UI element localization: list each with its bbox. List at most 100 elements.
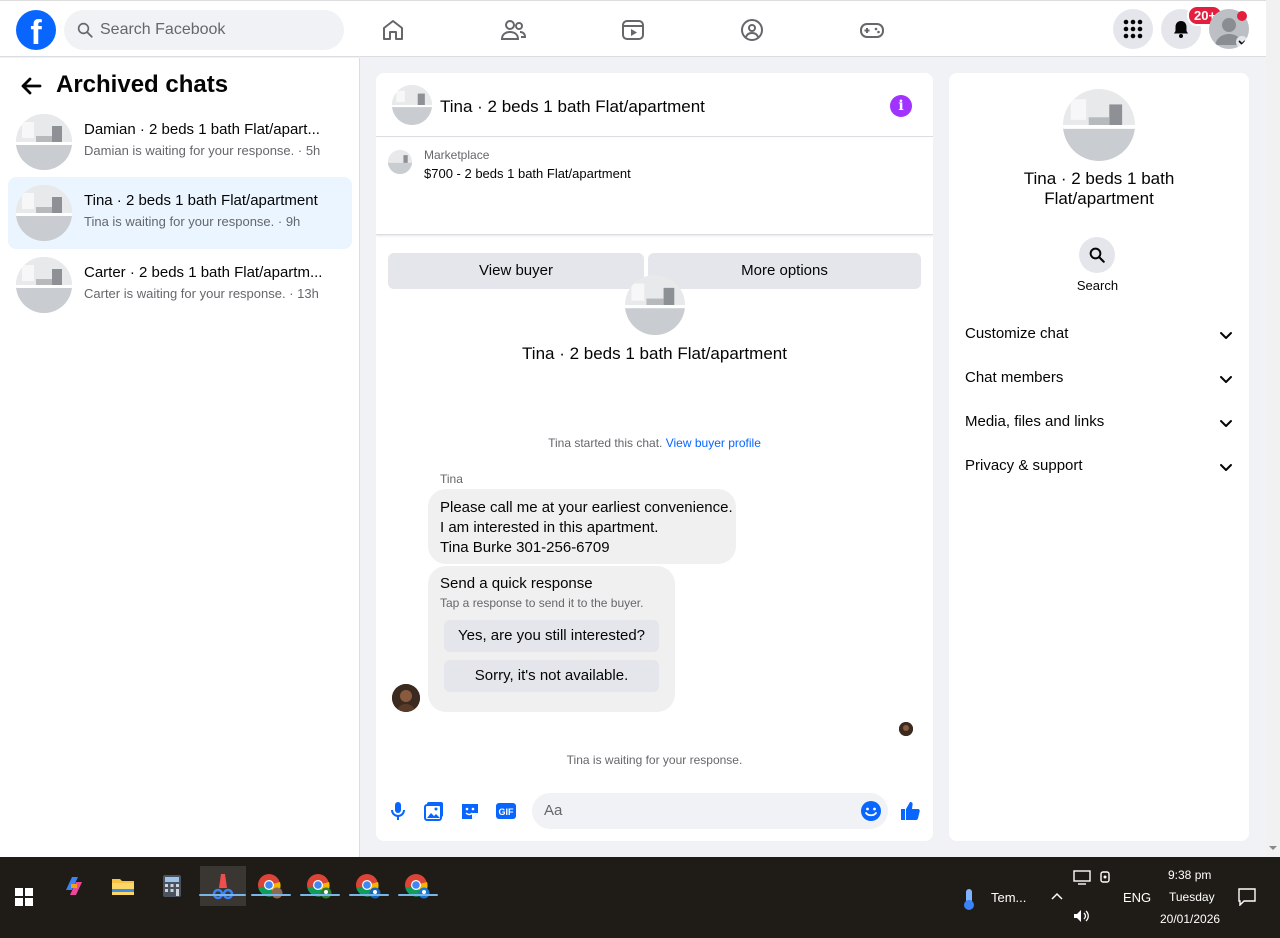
taskbar-chrome-2[interactable] bbox=[299, 866, 339, 906]
section-media-files-links[interactable]: Media, files and links bbox=[965, 413, 1233, 437]
quick-response-card: Send a quick response Tap a response to … bbox=[428, 566, 675, 712]
top-navigation-bar: f Search Facebook 20+ bbox=[0, 0, 1266, 57]
groups-icon[interactable] bbox=[739, 17, 765, 43]
chat-item-damian[interactable]: Damian · 2 beds 1 bath Flat/apart... Dam… bbox=[8, 106, 352, 178]
message-line: Please call me at your earliest convenie… bbox=[440, 499, 733, 516]
chat-title: Tina · 2 beds 1 bath Flat/apartment bbox=[84, 192, 318, 209]
section-label: Chat members bbox=[965, 369, 1064, 386]
listing-thumbnail bbox=[16, 185, 72, 241]
taskbar-copilot[interactable] bbox=[54, 866, 94, 906]
listing-thumbnail bbox=[388, 150, 412, 174]
friends-icon[interactable] bbox=[500, 17, 526, 43]
chevron-down-icon bbox=[1220, 464, 1232, 471]
photo-icon[interactable] bbox=[423, 800, 445, 822]
section-chat-members[interactable]: Chat members bbox=[965, 369, 1233, 393]
taskbar-chrome-4[interactable] bbox=[397, 866, 437, 906]
running-app-indicator bbox=[349, 894, 389, 896]
conversation-header: Tina · 2 beds 1 bath Flat/apartment i bbox=[376, 73, 933, 137]
message-input[interactable]: Aa bbox=[532, 793, 888, 829]
sticker-icon[interactable] bbox=[459, 800, 481, 822]
conversation-center-title: Tina · 2 beds 1 bath Flat/apartment bbox=[522, 344, 787, 363]
chevron-down-icon bbox=[1220, 376, 1232, 383]
section-label: Media, files and links bbox=[965, 413, 1105, 430]
search-bar[interactable]: Search Facebook bbox=[64, 10, 344, 50]
windows-start-button[interactable] bbox=[4, 877, 44, 917]
menu-button[interactable] bbox=[1113, 9, 1153, 49]
windows-taskbar: Tem... ENG 9:38 pm Tuesday 20/01/2026 bbox=[0, 857, 1280, 938]
gif-icon[interactable]: GIF bbox=[495, 800, 517, 822]
language-indicator[interactable]: ENG bbox=[1123, 890, 1151, 905]
quick-response-title: Send a quick response bbox=[440, 575, 593, 592]
video-icon[interactable] bbox=[620, 17, 646, 43]
facebook-logo[interactable]: f bbox=[16, 10, 56, 50]
message-line: Tina Burke 301-256-6709 bbox=[440, 539, 610, 556]
taskbar-chrome-1[interactable] bbox=[250, 866, 290, 906]
taskbar-snipping-tool[interactable] bbox=[200, 866, 246, 906]
folder-icon bbox=[112, 879, 134, 895]
thumbs-up-icon[interactable] bbox=[899, 800, 921, 822]
grid-menu-icon bbox=[1123, 19, 1143, 39]
gaming-icon[interactable] bbox=[859, 17, 885, 43]
chat-subtitle: Carter is waiting for your response. · 1… bbox=[84, 286, 319, 301]
chat-subtitle: Tina is waiting for your response. · 9h bbox=[84, 214, 301, 229]
section-privacy-support[interactable]: Privacy & support bbox=[965, 457, 1233, 481]
conversation-avatar[interactable] bbox=[392, 85, 432, 125]
emoji-icon[interactable] bbox=[860, 800, 882, 822]
more-options-button[interactable]: More options bbox=[648, 253, 921, 289]
info-icon[interactable]: i bbox=[890, 95, 912, 117]
section-label: Customize chat bbox=[965, 325, 1069, 342]
started-text: Tina started this chat. bbox=[548, 436, 663, 450]
thermometer-icon[interactable] bbox=[960, 887, 978, 911]
section-customize-chat[interactable]: Customize chat bbox=[965, 325, 1233, 349]
sender-name: Tina bbox=[440, 472, 463, 486]
sender-avatar[interactable] bbox=[392, 684, 420, 712]
home-icon[interactable] bbox=[380, 17, 406, 43]
quick-reply-not-available[interactable]: Sorry, it's not available. bbox=[444, 660, 659, 692]
archived-chats-panel: Archived chats Damian · 2 beds 1 bath Fl… bbox=[0, 58, 360, 857]
chevron-down-icon bbox=[1220, 332, 1232, 339]
chat-item-tina[interactable]: Tina · 2 beds 1 bath Flat/apartment Tina… bbox=[8, 177, 352, 249]
details-search-button[interactable] bbox=[1079, 237, 1115, 273]
page-scrollbar[interactable] bbox=[1266, 0, 1280, 857]
taskbar-file-explorer[interactable] bbox=[103, 866, 143, 906]
marketplace-listing-bar: Marketplace $700 - 2 beds 1 bath Flat/ap… bbox=[376, 138, 933, 289]
conversation-title[interactable]: Tina · 2 beds 1 bath Flat/apartment bbox=[440, 97, 705, 117]
taskbar-chrome-3[interactable] bbox=[348, 866, 388, 906]
network-icon[interactable] bbox=[1073, 870, 1091, 886]
clock-time[interactable]: 9:38 pm bbox=[1168, 868, 1211, 882]
clock-date[interactable]: 20/01/2026 bbox=[1160, 912, 1220, 926]
message-line: I am interested in this apartment. bbox=[440, 519, 659, 536]
conversation-profile-image bbox=[625, 275, 685, 335]
view-buyer-profile-link[interactable]: View buyer profile bbox=[666, 436, 761, 450]
chat-details-panel: Tina · 2 beds 1 bath Flat/apartment Sear… bbox=[949, 73, 1249, 841]
active-app-indicator bbox=[199, 894, 246, 896]
view-buyer-button[interactable]: View buyer bbox=[388, 253, 644, 289]
search-icon bbox=[1089, 247, 1105, 263]
meet-now-icon[interactable] bbox=[1099, 870, 1113, 886]
logo-letter: f bbox=[30, 14, 42, 50]
taskbar-calculator[interactable] bbox=[152, 866, 192, 906]
running-app-indicator bbox=[251, 894, 291, 896]
show-hidden-icons-chevron[interactable] bbox=[1050, 891, 1064, 901]
back-arrow-icon[interactable] bbox=[20, 76, 42, 96]
chat-title: Carter · 2 beds 1 bath Flat/apartm... bbox=[84, 264, 323, 281]
chat-subtitle: Damian is waiting for your response. · 5… bbox=[84, 143, 321, 158]
section-label: Privacy & support bbox=[965, 457, 1083, 474]
listing-price-title[interactable]: $700 - 2 beds 1 bath Flat/apartment bbox=[424, 166, 631, 181]
svg-text:GIF: GIF bbox=[499, 807, 515, 817]
volume-icon[interactable] bbox=[1073, 909, 1091, 923]
microphone-icon[interactable] bbox=[387, 800, 409, 822]
chat-item-carter[interactable]: Carter · 2 beds 1 bath Flat/apartm... Ca… bbox=[8, 249, 352, 321]
quick-reply-still-interested[interactable]: Yes, are you still interested? bbox=[444, 620, 659, 652]
weather-label[interactable]: Tem... bbox=[991, 890, 1026, 905]
search-icon bbox=[77, 22, 93, 38]
details-avatar bbox=[1063, 89, 1135, 161]
clock-day[interactable]: Tuesday bbox=[1169, 890, 1215, 904]
listing-thumbnail bbox=[16, 114, 72, 170]
message-bubble: Please call me at your earliest convenie… bbox=[428, 489, 736, 564]
notification-center-icon[interactable] bbox=[1238, 888, 1256, 906]
details-search-label: Search bbox=[1076, 278, 1119, 293]
listing-thumbnail bbox=[16, 257, 72, 313]
account-status-dot bbox=[1237, 11, 1247, 21]
running-app-indicator bbox=[300, 894, 340, 896]
